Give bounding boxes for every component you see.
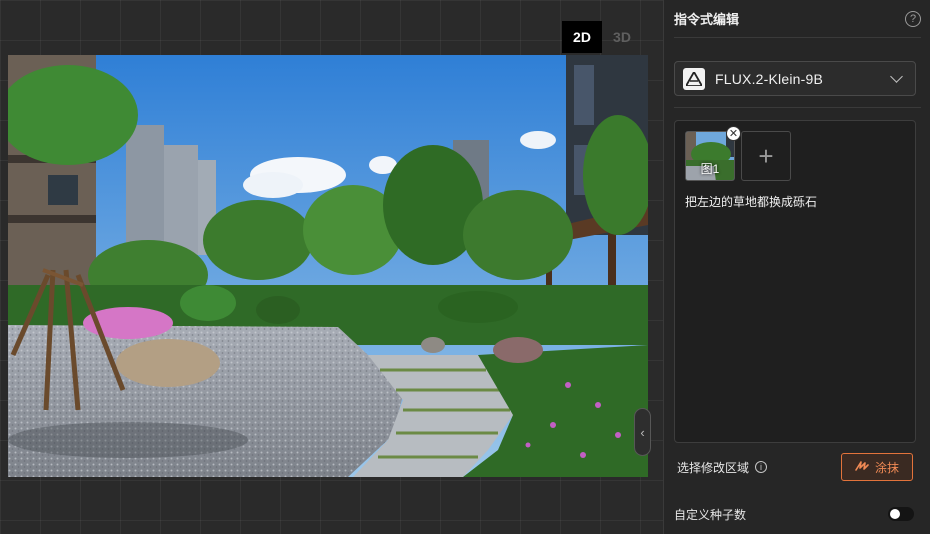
reference-image-label: 图1: [700, 162, 720, 176]
paint-button[interactable]: 涂抹: [841, 453, 913, 481]
flux-logo-icon: [683, 67, 705, 90]
instruction-edit-panel: 指令式编辑 ? FLUX.2-Klein-9B 图1 ✕ + 把左边的草地都换成…: [663, 0, 930, 534]
chevron-left-icon: ‹: [640, 424, 645, 440]
plus-icon: +: [758, 140, 774, 171]
close-icon[interactable]: ✕: [726, 126, 741, 141]
toggle-knob: [890, 509, 900, 519]
question-icon[interactable]: ?: [905, 10, 921, 27]
prompt-text[interactable]: 把左边的草地都换成砾石: [685, 193, 907, 210]
garden-image[interactable]: [8, 55, 648, 477]
collapse-panel-button[interactable]: ‹: [634, 408, 651, 456]
panel-header: 指令式编辑 ?: [674, 0, 921, 38]
panel-title: 指令式编辑: [674, 12, 740, 27]
prompt-box[interactable]: 图1 ✕ + 把左边的草地都换成砾石: [674, 120, 916, 443]
view-3d-button[interactable]: 3D: [602, 21, 642, 53]
brush-icon: [855, 460, 869, 475]
info-icon[interactable]: i: [755, 461, 768, 473]
region-row: 选择修改区域 i 涂抹: [677, 453, 913, 481]
seed-label: 自定义种子数: [674, 507, 747, 522]
canvas-area: 2D 3D ‹: [0, 0, 663, 534]
region-label-text: 选择修改区域: [677, 460, 750, 475]
paint-button-label: 涂抹: [874, 460, 899, 475]
view-mode-toggle: 2D 3D: [562, 21, 642, 53]
seed-row: 自定义种子数: [674, 503, 914, 525]
region-label: 选择修改区域 i: [677, 459, 768, 476]
chevron-down-icon: [890, 70, 903, 83]
add-image-button[interactable]: +: [741, 131, 791, 181]
model-select[interactable]: FLUX.2-Klein-9B: [674, 61, 916, 96]
divider: [674, 107, 921, 108]
view-2d-button[interactable]: 2D: [562, 21, 602, 53]
seed-toggle[interactable]: [888, 507, 914, 521]
model-name: FLUX.2-Klein-9B: [715, 70, 824, 87]
app-root: 2D 3D ‹ 指令式编辑 ? FLUX.2-Klein-9B 图1 ✕ + 把…: [0, 0, 930, 534]
